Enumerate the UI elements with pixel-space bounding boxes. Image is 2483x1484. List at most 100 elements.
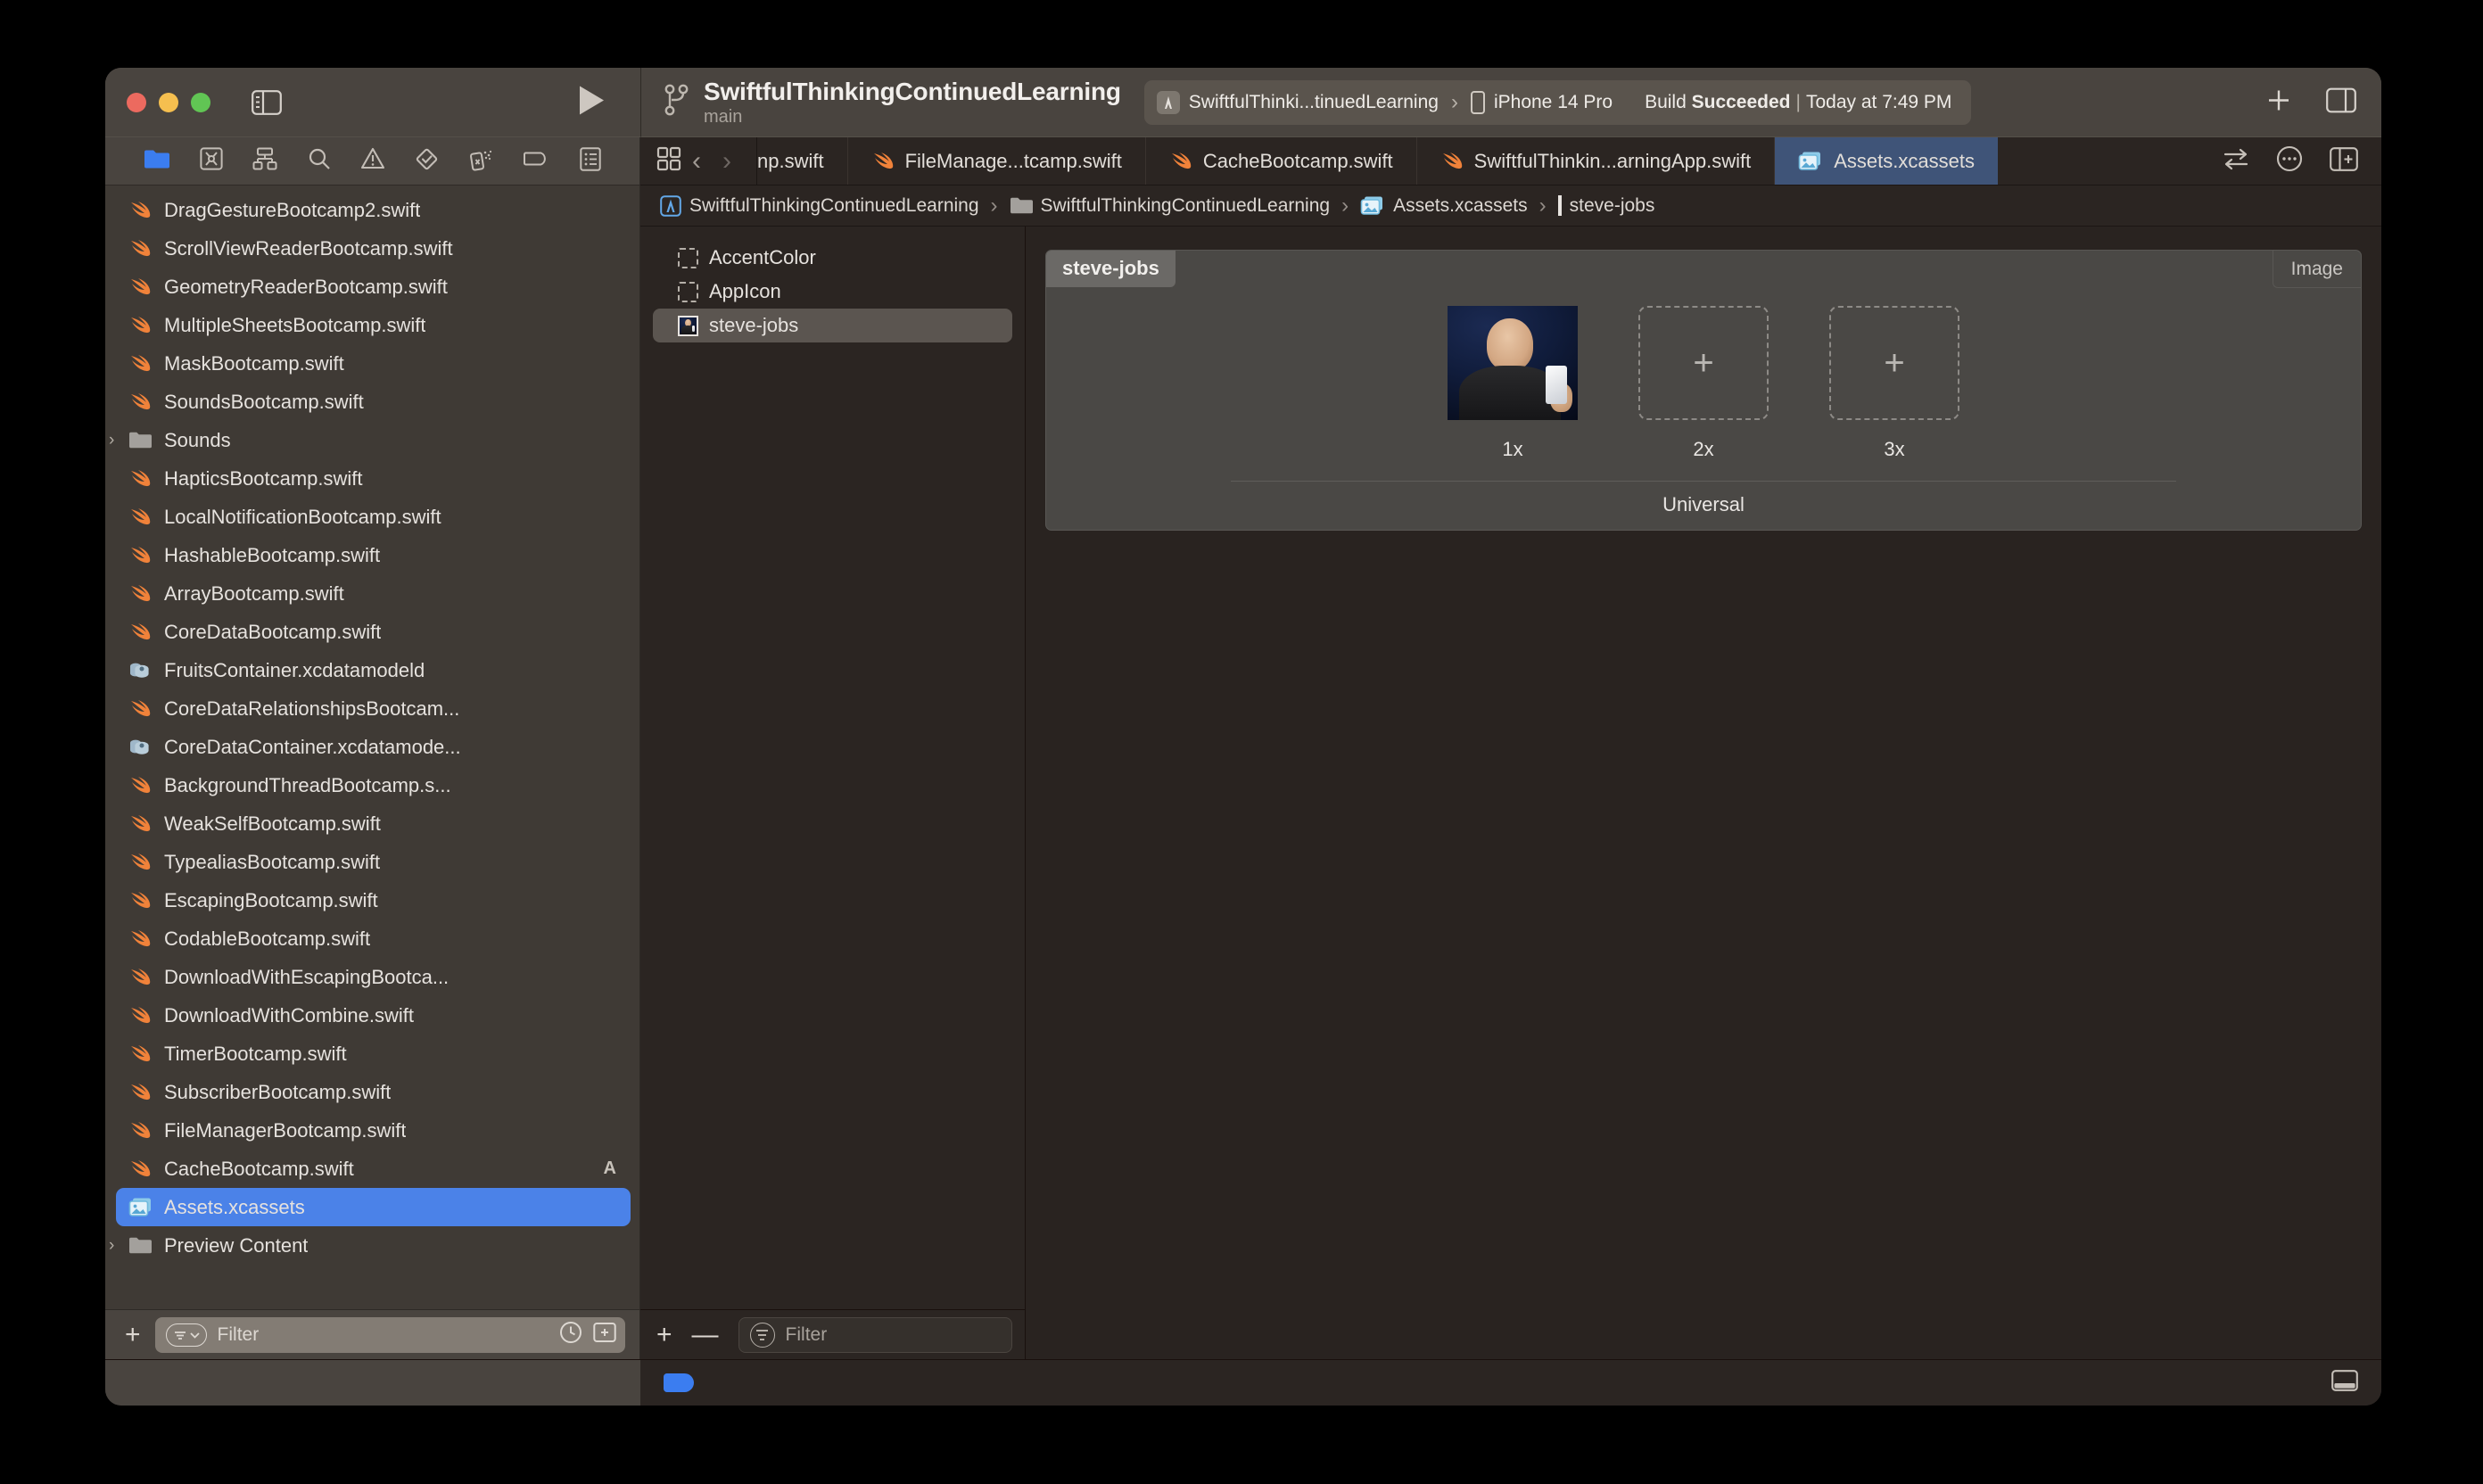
breadcrumb-item[interactable]: steve-jobs: [1557, 195, 1654, 217]
add-image-plus-icon[interactable]: +: [1884, 343, 1904, 383]
project-file-row[interactable]: BackgroundThreadBootcamp.s...: [105, 766, 639, 804]
scheme-and-status-bar[interactable]: SwiftfulThinki...tinuedLearning › iPhone…: [1143, 79, 1972, 125]
asset-catalog-list[interactable]: AccentColor AppIcon steve-jobs: [640, 227, 1025, 1309]
project-file-row[interactable]: MultipleSheetsBootcamp.swift: [105, 306, 639, 344]
breadcrumb-item[interactable]: Assets.xcassets: [1360, 195, 1528, 217]
close-window-button[interactable]: [127, 92, 146, 112]
project-file-row[interactable]: CoreDataBootcamp.swift: [105, 613, 639, 651]
asset-scale-label: 2x: [1693, 438, 1714, 460]
add-image-plus-icon[interactable]: +: [1693, 343, 1713, 383]
asset-scale-slots: 1x +2x +3x: [1046, 306, 2361, 461]
spray-can-icon[interactable]: [469, 147, 494, 176]
folder-icon[interactable]: [144, 148, 170, 174]
editor-tab[interactable]: np.swift: [757, 137, 848, 185]
editor-tab[interactable]: FileManage...tcamp.swift: [848, 137, 1146, 185]
asset-list-item[interactable]: AppIcon: [653, 275, 1012, 309]
project-file-row[interactable]: FruitsContainer.xcdatamodeld: [105, 651, 639, 689]
add-rule-icon[interactable]: [593, 1321, 616, 1349]
status-prefix: Build: [1645, 91, 1692, 112]
breadcrumb-item[interactable]: SwiftfulThinkingContinuedLearning: [660, 195, 979, 217]
tag-icon[interactable]: [523, 150, 550, 172]
project-file-row[interactable]: HapticsBootcamp.swift: [105, 459, 639, 498]
project-file-row[interactable]: TypealiasBootcamp.swift: [105, 843, 639, 881]
traffic-light-buttons[interactable]: [127, 92, 210, 112]
project-file-row[interactable]: CoreDataContainer.xcdatamode...: [105, 728, 639, 766]
asset-image-preview[interactable]: [1448, 306, 1578, 420]
add-asset-button[interactable]: +: [656, 1321, 672, 1348]
source-control-icon[interactable]: [200, 147, 223, 175]
navigator-filter-input[interactable]: Filter: [154, 1316, 625, 1353]
asset-scale-slot[interactable]: +3x: [1829, 306, 1959, 461]
project-file-row[interactable]: DragGestureBootcamp2.swift: [105, 191, 639, 229]
zoom-window-button[interactable]: [191, 92, 210, 112]
project-file-row[interactable]: DownloadWithCombine.swift: [105, 996, 639, 1035]
project-file-row[interactable]: FileManagerBootcamp.swift: [105, 1111, 639, 1150]
project-file-row[interactable]: SoundsBootcamp.swift: [105, 383, 639, 421]
add-button[interactable]: [2265, 87, 2292, 118]
breadcrumb-item[interactable]: SwiftfulThinkingContinuedLearning: [1010, 195, 1330, 217]
sidebar-right-icon[interactable]: [2326, 87, 2356, 117]
hierarchy-icon[interactable]: [252, 147, 277, 175]
project-file-row[interactable]: MaskBootcamp.swift: [105, 344, 639, 383]
asset-filter-input[interactable]: Filter: [738, 1316, 1012, 1353]
search-icon[interactable]: [308, 147, 331, 175]
project-file-row[interactable]: SubscriberBootcamp.swift: [105, 1073, 639, 1111]
remove-asset-button[interactable]: —: [692, 1321, 719, 1348]
clock-icon[interactable]: [559, 1321, 582, 1349]
project-file-row[interactable]: EscapingBootcamp.swift: [105, 881, 639, 919]
asset-scale-slot[interactable]: +2x: [1638, 306, 1769, 461]
project-file-row[interactable]: CacheBootcamp.swift A: [105, 1150, 639, 1188]
asset-scale-slot[interactable]: 1x: [1448, 306, 1578, 461]
editor-tabs[interactable]: np.swift FileManage...tcamp.swift CacheBoo…: [757, 137, 2199, 185]
project-file-row[interactable]: ArrayBootcamp.swift: [105, 574, 639, 613]
tab-overview-icon[interactable]: [656, 146, 681, 176]
project-file-row[interactable]: GeometryReaderBootcamp.swift: [105, 268, 639, 306]
editor-pane: ‹ › np.swift FileManage...tcamp.swift Cach…: [640, 137, 2381, 1359]
project-file-row[interactable]: WeakSelfBootcamp.swift: [105, 804, 639, 843]
editor-tab[interactable]: Assets.xcassets: [1775, 137, 1999, 185]
asset-empty-slot[interactable]: +: [1638, 306, 1769, 420]
status-bar-tag[interactable]: [664, 1373, 694, 1392]
project-file-row[interactable]: DownloadWithEscapingBootca...: [105, 958, 639, 996]
add-file-button[interactable]: +: [125, 1321, 141, 1348]
diamond-check-icon[interactable]: [415, 147, 439, 176]
editor-tab[interactable]: SwiftfulThinkin...arningApp.swift: [1417, 137, 1776, 185]
disclosure-chevron-icon[interactable]: ›: [109, 1236, 128, 1256]
warning-triangle-icon[interactable]: [360, 147, 385, 175]
chevron-left-icon[interactable]: ‹: [681, 146, 712, 177]
project-file-row[interactable]: Assets.xcassets: [116, 1188, 631, 1226]
project-file-row[interactable]: CodableBootcamp.swift: [105, 919, 639, 958]
project-file-row[interactable]: LocalNotificationBootcamp.swift: [105, 498, 639, 536]
project-title-block[interactable]: SwiftfulThinkingContinuedLearning main: [704, 78, 1121, 128]
code-review-icon[interactable]: [2223, 147, 2249, 175]
build-status-text[interactable]: Build Succeeded | Today at 7:49 PM: [1645, 92, 1951, 113]
sidebar-left-icon[interactable]: [252, 89, 282, 115]
project-file-row[interactable]: › Preview Content: [105, 1226, 639, 1265]
play-icon[interactable]: [576, 84, 606, 120]
report-list-icon[interactable]: [580, 146, 601, 176]
project-file-row[interactable]: CoreDataRelationshipsBootcam...: [105, 689, 639, 728]
breadcrumb[interactable]: SwiftfulThinkingContinuedLearning › Swiftf…: [640, 186, 2381, 227]
minimize-window-button[interactable]: [159, 92, 178, 112]
editor-tab[interactable]: CacheBootcamp.swift: [1146, 137, 1417, 185]
project-file-row[interactable]: TimerBootcamp.swift: [105, 1035, 639, 1073]
scheme-label[interactable]: SwiftfulThinki...tinuedLearning: [1189, 92, 1439, 113]
asset-list-item[interactable]: AccentColor: [653, 241, 1012, 275]
add-editor-icon[interactable]: [2330, 146, 2358, 176]
project-file-list[interactable]: DragGestureBootcamp2.swift ScrollViewRead…: [105, 186, 639, 1309]
project-file-row[interactable]: HashableBootcamp.swift: [105, 536, 639, 574]
asset-empty-slot[interactable]: +: [1829, 306, 1959, 420]
filter-lines-icon[interactable]: [749, 1322, 775, 1348]
more-options-icon[interactable]: [2276, 145, 2303, 177]
project-file-row[interactable]: › Sounds: [105, 421, 639, 459]
swift-file-icon: [128, 1119, 159, 1142]
window-body: DragGestureBootcamp2.swift ScrollViewRead…: [105, 137, 2381, 1359]
chevron-right-icon[interactable]: ›: [712, 146, 742, 177]
destination-label[interactable]: iPhone 14 Pro: [1494, 92, 1613, 113]
project-file-row[interactable]: ScrollViewReaderBootcamp.swift: [105, 229, 639, 268]
asset-list-item[interactable]: steve-jobs: [653, 309, 1012, 342]
disclosure-chevron-icon[interactable]: ›: [109, 431, 128, 450]
project-file-label: MaskBootcamp.swift: [164, 351, 344, 375]
show-console-icon[interactable]: [2331, 1370, 2358, 1396]
filter-scope-dropdown[interactable]: [165, 1323, 207, 1347]
